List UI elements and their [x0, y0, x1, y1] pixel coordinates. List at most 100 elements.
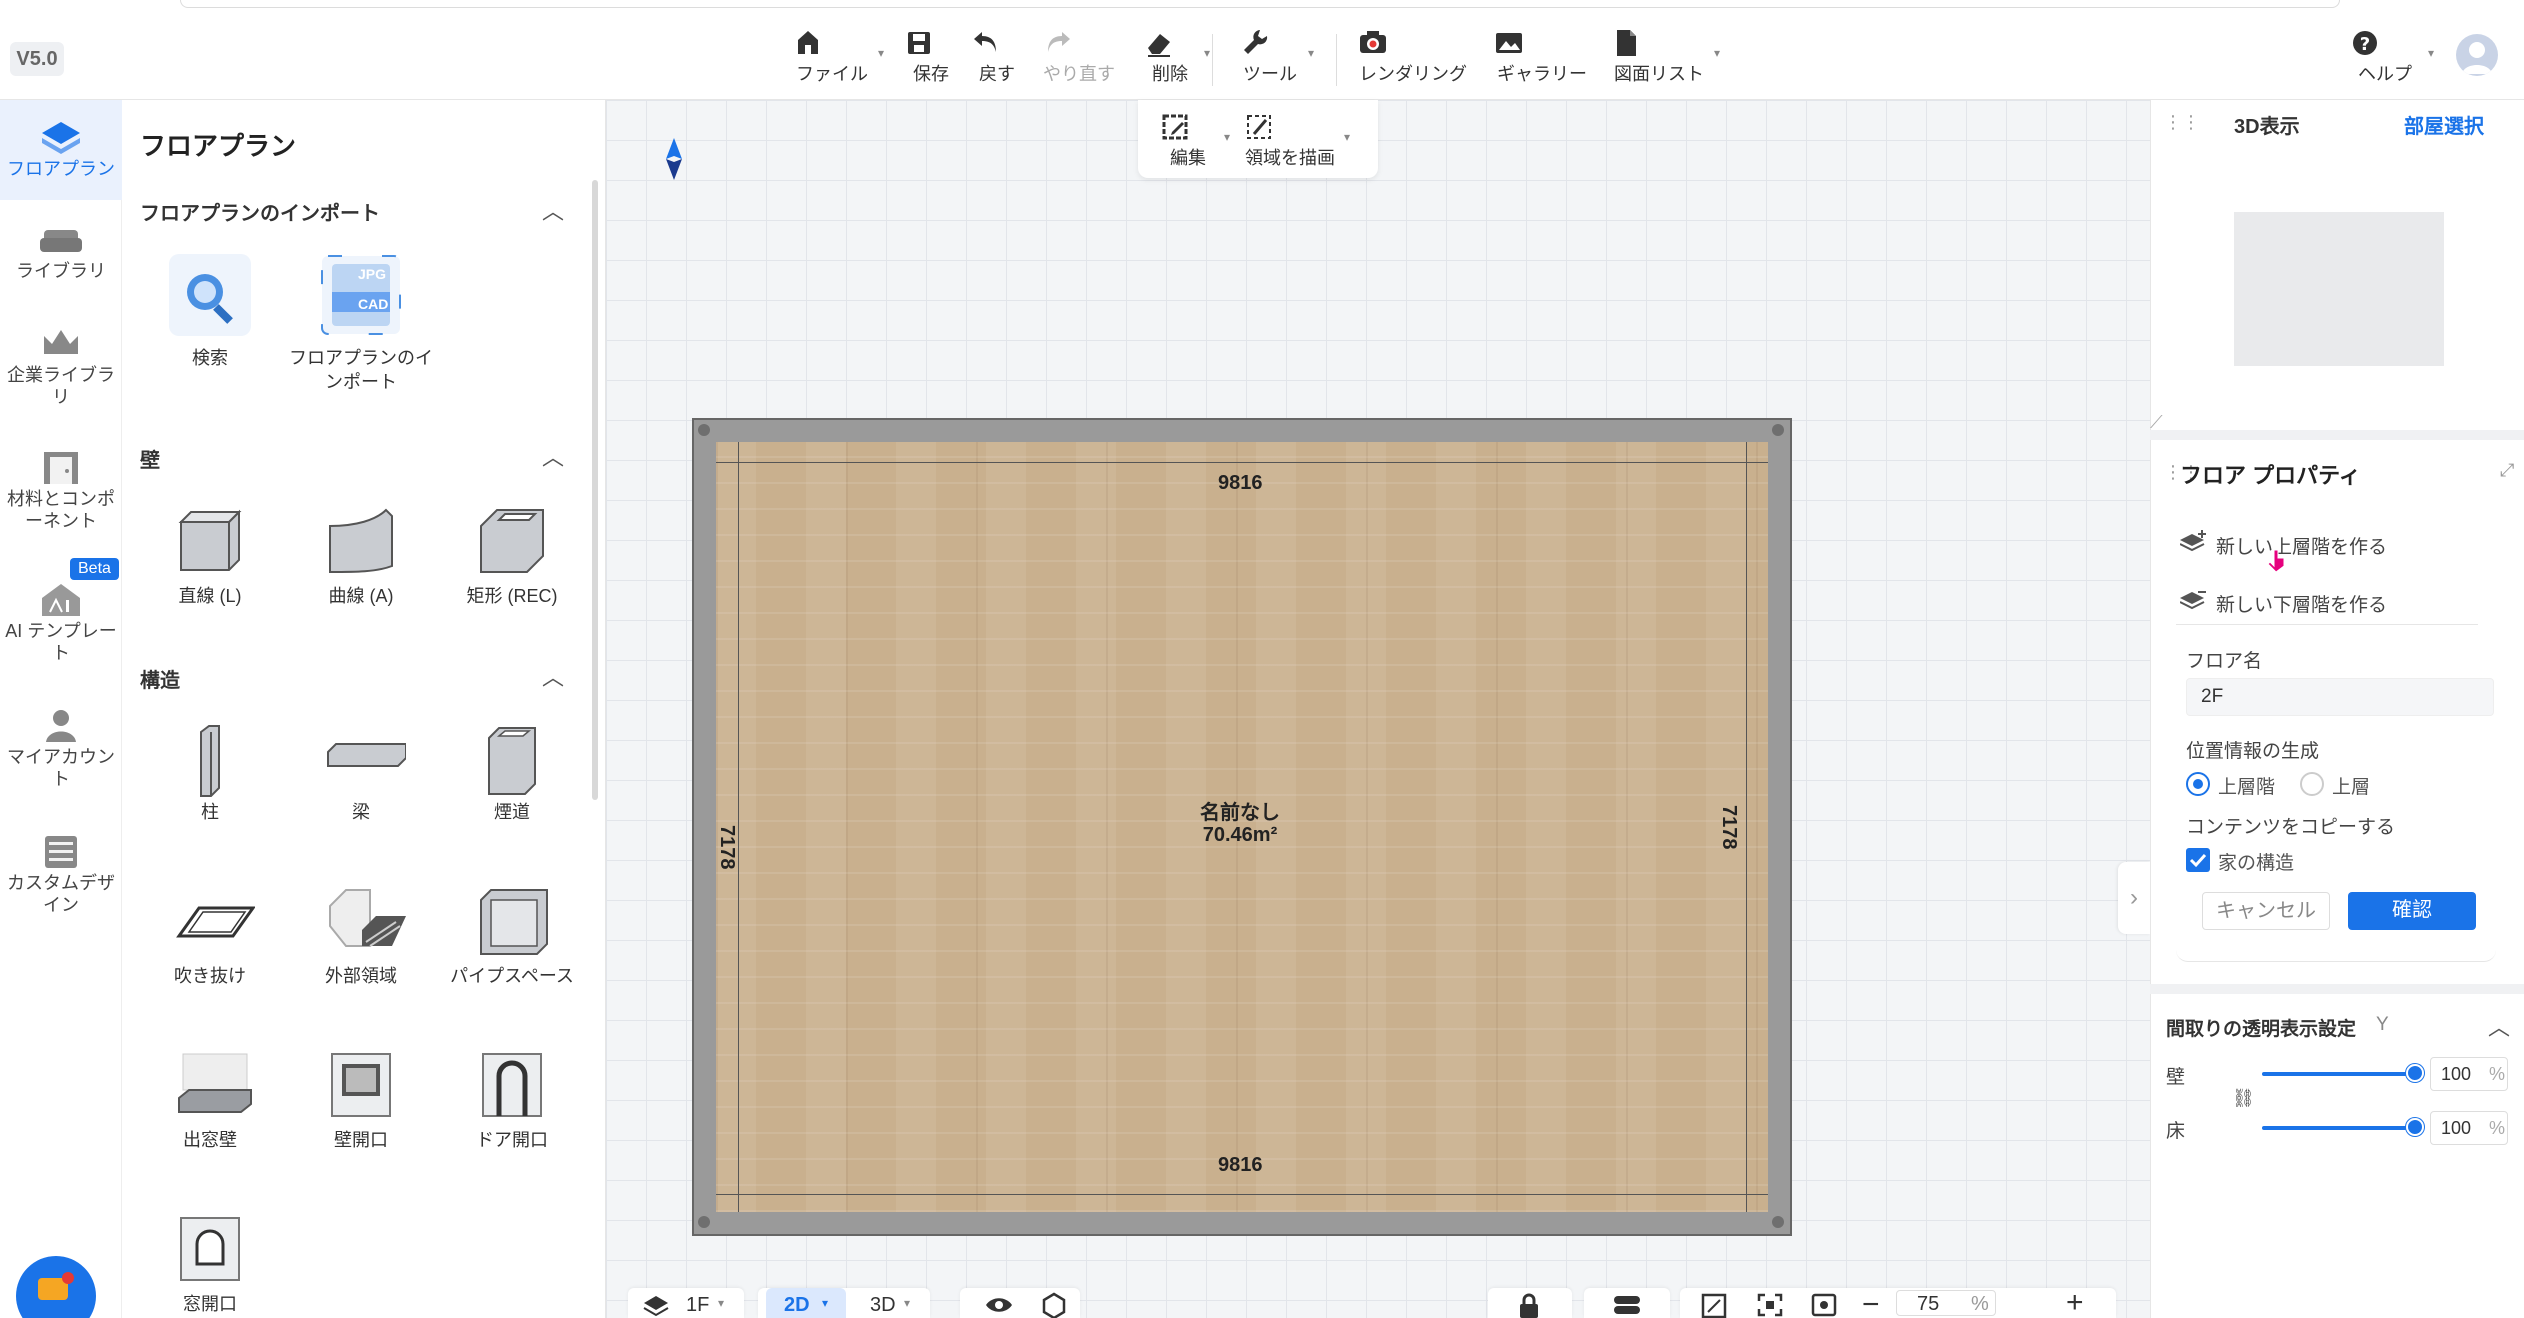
toolbar-divider	[1336, 34, 1337, 86]
transparency-title: 間取りの透明表示設定	[2166, 1019, 2357, 1040]
tab-3d-view[interactable]: 3D表示	[2234, 110, 2300, 139]
floor-opacity-slider[interactable]	[2262, 1126, 2412, 1130]
room-label[interactable]: 名前なし 70.46m²	[1150, 802, 1330, 846]
floor-slider-thumb[interactable]	[2406, 1118, 2424, 1136]
checkbox-house-structure[interactable]: 家の構造	[2186, 846, 2326, 874]
avatar[interactable]	[2456, 34, 2498, 76]
rail-item-floorplan[interactable]: フロアプラン	[0, 100, 122, 200]
tool-beam[interactable]: 梁	[286, 722, 436, 824]
rect-wall-icon	[477, 506, 547, 576]
rendering-button[interactable]: レンダリング	[1358, 26, 1468, 88]
radio-upper[interactable]: 上層	[2300, 770, 2400, 798]
outdoor-area-icon	[326, 886, 406, 956]
fit-view-icon[interactable]	[1756, 1292, 1784, 1318]
wall-slider-thumb[interactable]	[2406, 1064, 2424, 1082]
tools-button[interactable]: ツール ▾	[1240, 26, 1314, 88]
wall-corner-handle[interactable]	[1772, 424, 1784, 436]
zoom-in-button[interactable]: +	[2066, 1286, 2084, 1318]
rail-item-custom-design[interactable]: カスタムデザイン	[0, 830, 122, 930]
mode-2d-button[interactable]: 2D ▾	[766, 1288, 846, 1318]
eye-icon[interactable]	[984, 1294, 1014, 1316]
confirm-button[interactable]: 確認	[2348, 892, 2476, 930]
drawing-list-button[interactable]: 図面リスト ▾	[1612, 26, 1720, 88]
help-button[interactable]: ? ヘルプ ▾	[2350, 26, 2434, 88]
tool-door-opening[interactable]: ドア開口	[437, 1050, 587, 1152]
wall-opacity-slider[interactable]	[2262, 1072, 2412, 1076]
chevron-up-icon[interactable]: ︿	[542, 660, 564, 692]
sofa-icon	[0, 218, 122, 260]
expand-icon[interactable]: ⤢	[2500, 460, 2514, 481]
toggle-icon[interactable]	[1612, 1294, 1642, 1316]
tool-atrium[interactable]: 吹き抜け	[135, 886, 285, 988]
import-file-icon	[318, 252, 404, 338]
rail-item-ai-template[interactable]: AI テンプレート	[0, 578, 122, 678]
save-button[interactable]: 保存	[906, 26, 956, 88]
tool-pipe-space[interactable]: パイプスペース	[437, 886, 587, 988]
draw-area-button[interactable]: 領域を描画 ▾	[1244, 110, 1350, 172]
floor-opacity-input[interactable]: 100 %	[2430, 1111, 2508, 1145]
beta-badge: Beta	[70, 558, 119, 580]
3d-preview[interactable]	[2234, 212, 2444, 366]
atrium-icon	[175, 886, 255, 956]
tool-search[interactable]: 検索	[135, 252, 285, 370]
drag-handle-icon[interactable]: ⋮⋮	[2164, 112, 2200, 133]
cancel-button[interactable]: キャンセル	[2202, 892, 2330, 930]
tab-room-select[interactable]: 部屋選択	[2404, 110, 2484, 139]
tool-flue[interactable]: 煙道	[437, 722, 587, 824]
redo-button[interactable]: やり直す	[1042, 26, 1116, 88]
collapse-right-panel-button[interactable]: ›	[2118, 862, 2150, 934]
delete-button[interactable]: 削除 ▾	[1144, 26, 1210, 88]
panel-scrollbar[interactable]	[592, 180, 598, 800]
new-lower-floor-button[interactable]: 新しい下層階を作る	[2176, 580, 2476, 620]
chevron-up-icon[interactable]: ︿	[542, 440, 564, 472]
svg-text:?: ?	[2360, 34, 2370, 55]
wall-corner-handle[interactable]	[1772, 1216, 1784, 1228]
floor-name-label: フロア名	[2186, 651, 2263, 672]
wall-opacity-input[interactable]: 100 %	[2430, 1057, 2508, 1091]
tool-bay-window[interactable]: 出窓壁	[135, 1050, 285, 1152]
measure-icon[interactable]	[1700, 1292, 1728, 1318]
floorplan-icon	[0, 116, 122, 158]
lock-icon[interactable]	[1516, 1292, 1542, 1318]
tool-wall-straight[interactable]: 直線 (L)	[135, 506, 285, 608]
tool-column[interactable]: 柱	[135, 722, 285, 824]
tool-wall-opening[interactable]: 壁開口	[286, 1050, 436, 1152]
tool-outdoor-area[interactable]: 外部領域	[286, 886, 436, 988]
zoom-input[interactable]: 75 %	[1896, 1290, 1996, 1316]
floor-name-input[interactable]: 2F	[2186, 678, 2494, 716]
dimension-line-right	[1746, 442, 1747, 1212]
edit-button[interactable]: 編集 ▾	[1160, 110, 1230, 172]
rail-item-materials[interactable]: 材料とコンポーネント	[0, 446, 122, 546]
cube-icon[interactable]	[1040, 1292, 1068, 1318]
tool-wall-curve[interactable]: 曲線 (A)	[286, 506, 436, 608]
new-upper-floor-button[interactable]: 新しい上層階を作る	[2176, 522, 2476, 562]
rail-item-my-account[interactable]: マイアカウント	[0, 704, 122, 804]
tool-wall-rect[interactable]: 矩形 (REC)	[437, 506, 587, 608]
tool-window-opening[interactable]: 窓開口	[135, 1214, 285, 1316]
mode-3d-button[interactable]: 3D ▾	[852, 1288, 922, 1318]
chevron-up-icon[interactable]: ︿	[2488, 1010, 2510, 1042]
chat-button[interactable]	[16, 1256, 96, 1318]
bay-window-icon	[175, 1050, 252, 1120]
zoom-toolbar: − 75 % +	[1680, 1286, 2116, 1318]
wall-corner-handle[interactable]	[698, 1216, 710, 1228]
file-button[interactable]: ファイル ▾	[794, 26, 884, 88]
rail-item-library[interactable]: ライブラリ	[0, 218, 122, 308]
panel-divider	[2150, 984, 2524, 994]
screenshot-icon[interactable]	[1810, 1292, 1838, 1318]
radio-upper-floor[interactable]: 上層階	[2186, 770, 2306, 798]
rail-item-enterprise-library[interactable]: 企業ライブラリ	[0, 322, 122, 422]
layers-icon	[642, 1294, 670, 1318]
ai-house-icon	[0, 578, 122, 620]
floor-properties-title: フロア プロパティ	[2180, 463, 2361, 488]
floor-selector[interactable]: 1F ▾	[628, 1288, 744, 1318]
chevron-up-icon[interactable]: ︿	[542, 194, 564, 226]
wall-corner-handle[interactable]	[698, 424, 710, 436]
zoom-out-button[interactable]: −	[1862, 1288, 1880, 1318]
cad-label: CAD	[358, 296, 389, 312]
jpg-label: JPG	[358, 266, 387, 282]
link-icon[interactable]: ⛓	[2232, 1088, 2255, 1109]
wall-opening-icon	[326, 1050, 396, 1120]
gallery-button[interactable]: ギャラリー	[1494, 26, 1590, 88]
undo-button[interactable]: 戻す	[972, 26, 1022, 88]
